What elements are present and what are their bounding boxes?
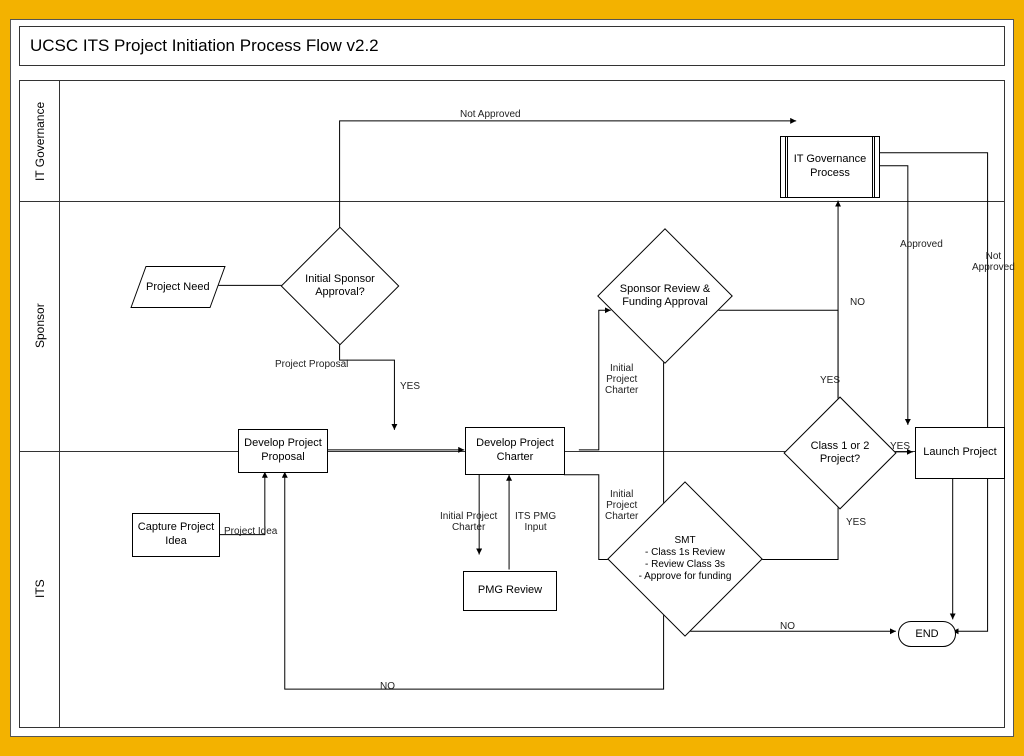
edge-label-no-2: NO bbox=[780, 621, 795, 632]
lane-label-sponsor: Sponsor bbox=[20, 201, 60, 451]
edge-label-not-approved-2: Not Approved bbox=[972, 251, 1015, 273]
edge-label-initial-charter-3: Initial Project Charter bbox=[440, 511, 497, 533]
node-label: Develop Project Charter bbox=[470, 437, 560, 465]
diagram-canvas: IT Governance Process Project Need Initi… bbox=[60, 81, 1004, 727]
node-label: Class 1 or 2 Project? bbox=[792, 433, 888, 473]
node-capture-idea: Capture Project Idea bbox=[132, 513, 220, 557]
node-it-governance-process: IT Governance Process bbox=[780, 136, 880, 198]
node-label: Project Need bbox=[146, 281, 210, 293]
node-launch-project: Launch Project bbox=[915, 427, 1005, 479]
edge-label-project-proposal: Project Proposal bbox=[275, 359, 348, 370]
node-label: SMT - Class 1s Review - Review Class 3s … bbox=[615, 525, 755, 593]
node-develop-charter: Develop Project Charter bbox=[465, 427, 565, 475]
edge-label-yes-3: YES bbox=[846, 517, 866, 528]
edge-label-initial-charter-1: Initial Project Charter bbox=[605, 363, 638, 396]
edge-label-yes-2: YES bbox=[820, 375, 840, 386]
node-label: Sponsor Review & Funding Approval bbox=[605, 272, 725, 320]
node-label: PMG Review bbox=[478, 584, 542, 598]
title-bar: UCSC ITS Project Initiation Process Flow… bbox=[19, 26, 1005, 66]
node-label: Develop Project Proposal bbox=[243, 437, 323, 465]
lane-label-governance: IT Governance bbox=[20, 81, 60, 201]
page-title: UCSC ITS Project Initiation Process Flow… bbox=[30, 36, 379, 56]
edge-label-its-pmg-input: ITS PMG Input bbox=[515, 511, 556, 533]
node-end: END bbox=[898, 621, 956, 647]
node-project-need: Project Need bbox=[130, 266, 225, 308]
node-pmg-review: PMG Review bbox=[463, 571, 557, 611]
swimlane-frame: IT Governance Sponsor ITS bbox=[19, 80, 1005, 728]
node-label: Capture Project Idea bbox=[137, 521, 215, 549]
edge-label-yes-4: YES bbox=[890, 441, 910, 452]
lane-header-column: IT Governance Sponsor ITS bbox=[20, 81, 60, 727]
node-label: IT Governance Process bbox=[785, 153, 875, 181]
page: UCSC ITS Project Initiation Process Flow… bbox=[10, 19, 1014, 737]
node-label: Launch Project bbox=[923, 446, 996, 460]
edge-label-no-1: NO bbox=[850, 297, 865, 308]
edge-label-approved: Approved bbox=[900, 239, 943, 250]
edge-label-project-idea: Project Idea bbox=[224, 526, 277, 537]
node-label: Initial Sponsor Approval? bbox=[285, 264, 395, 308]
edge-label-yes-1: YES bbox=[400, 381, 420, 392]
lane-label-its: ITS bbox=[20, 451, 60, 727]
node-label: END bbox=[915, 628, 938, 640]
edge-label-no-3: NO bbox=[380, 681, 395, 692]
edge-label-initial-charter-2: Initial Project Charter bbox=[605, 489, 638, 522]
edge-label-not-approved: Not Approved bbox=[460, 109, 521, 120]
node-develop-proposal: Develop Project Proposal bbox=[238, 429, 328, 473]
